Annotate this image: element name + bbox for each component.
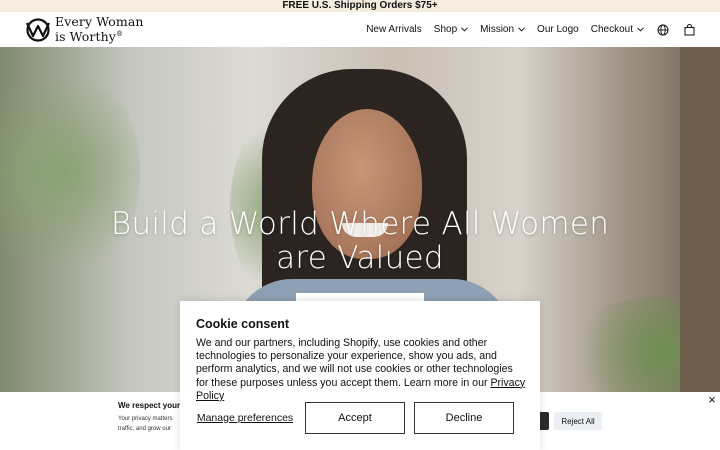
nav-checkout[interactable]: Checkout (591, 24, 644, 35)
announcement-bar: FREE U.S. Shipping Orders $75+ (0, 0, 720, 12)
main-nav: New Arrivals Shop Mission Our Logo Check… (366, 23, 696, 37)
cookie-consent-body: We and our partners, including Shopify, … (196, 337, 526, 403)
logo-mark-icon (26, 17, 50, 42)
site-header: Every Woman is Worthy® New Arrivals Shop… (0, 12, 720, 47)
chevron-down-icon (518, 27, 525, 32)
hero-heading: Build a World Where All Women are Valued (0, 207, 720, 275)
privacy-banner-text: Your privacy matters traffic, and grow o… (118, 414, 182, 434)
nav-label: Our Logo (537, 24, 579, 35)
nav-label: New Arrivals (366, 24, 422, 35)
accept-button[interactable]: Accept (305, 402, 405, 434)
announcement-text: FREE U.S. Shipping Orders $75+ (282, 0, 438, 11)
nav-shop[interactable]: Shop (434, 24, 468, 35)
hero-heading-line-1: Build a World Where All Women (110, 206, 610, 242)
nav-mission[interactable]: Mission (480, 24, 525, 35)
logo-wordmark: Every Woman is Worthy® (55, 15, 144, 43)
manage-preferences-button[interactable]: Manage preferences (196, 403, 294, 433)
reject-all-button[interactable]: Reject All (554, 412, 602, 430)
cookie-consent-title: Cookie consent (196, 317, 290, 331)
nav-new-arrivals[interactable]: New Arrivals (366, 24, 422, 35)
logo-line-1: Every Woman (55, 14, 144, 30)
nav-our-logo[interactable]: Our Logo (537, 24, 579, 35)
privacy-banner-text-line-1: Your privacy matters (118, 416, 173, 422)
privacy-banner-title: We respect your p (118, 401, 188, 410)
nav-label: Shop (433, 24, 458, 35)
nav-label: Checkout (590, 24, 633, 35)
privacy-banner-text-line-2: traffic, and grow our (118, 426, 171, 432)
registered-mark: ® (115, 30, 124, 39)
hero-heading-line-2: are Valued (276, 240, 444, 276)
chevron-down-icon (461, 27, 468, 32)
cookie-consent-text: We and our partners, including Shopify, … (196, 337, 513, 389)
cookie-consent-dialog: Cookie consent We and our partners, incl… (180, 301, 540, 450)
nav-label: Mission (480, 24, 515, 35)
shopping-bag-icon[interactable] (682, 23, 696, 37)
globe-icon[interactable] (656, 23, 670, 37)
site-logo[interactable]: Every Woman is Worthy® (24, 15, 144, 44)
close-icon[interactable]: × (705, 393, 719, 407)
chevron-down-icon (637, 27, 644, 32)
decline-button[interactable]: Decline (414, 402, 514, 434)
logo-line-2: is Worthy (55, 29, 116, 45)
